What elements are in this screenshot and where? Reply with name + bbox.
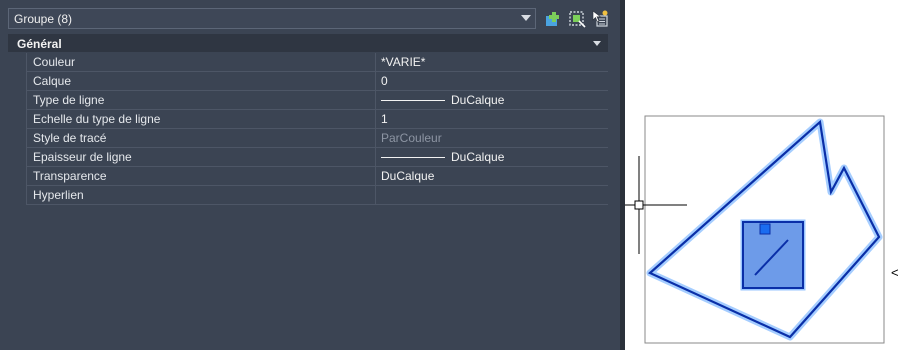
property-value: ParCouleur (381, 131, 442, 145)
select-objects-icon[interactable] (567, 9, 587, 29)
object-type-value: Groupe (8) (14, 12, 73, 26)
quick-select-icon[interactable] (544, 9, 564, 29)
property-value[interactable] (377, 186, 608, 205)
properties-grid: Couleur *VARIE* Calque 0 Type de ligne D… (8, 53, 608, 205)
chevron-down-icon (593, 41, 601, 46)
property-value-text: DuCalque (451, 150, 505, 164)
section-title: Général (17, 37, 62, 51)
lineweight-preview (381, 157, 445, 159)
property-label: Epaisseur de ligne (27, 148, 376, 167)
properties-panel: Groupe (8) Général Couleur *VARIE* Calqu… (0, 0, 620, 350)
toggle-pickadd-icon[interactable] (590, 9, 610, 29)
section-general-header[interactable]: Général (8, 34, 608, 52)
linetype-preview (381, 100, 445, 102)
property-row-type-de-ligne[interactable]: Type de ligne DuCalque (8, 91, 608, 110)
property-label: Hyperlien (27, 186, 376, 205)
chevron-down-icon (521, 15, 531, 21)
property-label: Calque (27, 72, 376, 91)
property-label: Style de tracé (27, 129, 376, 148)
property-value[interactable]: *VARIE* (377, 53, 608, 72)
property-value[interactable]: DuCalque (377, 148, 608, 167)
pickbox-cursor (634, 200, 644, 210)
property-row-transparence[interactable]: Transparence DuCalque (8, 167, 608, 186)
property-row-style-de-trace[interactable]: Style de tracé ParCouleur (8, 129, 608, 148)
property-value[interactable]: DuCalque (377, 91, 608, 110)
drawing-viewport[interactable]: < (625, 0, 898, 350)
property-row-hyperlien[interactable]: Hyperlien (8, 186, 608, 205)
property-row-echelle-type-ligne[interactable]: Echelle du type de ligne 1 (8, 110, 608, 129)
object-type-dropdown[interactable]: Groupe (8) (8, 8, 536, 29)
property-label: Type de ligne (27, 91, 376, 110)
property-value[interactable]: 1 (377, 110, 608, 129)
property-label: Transparence (27, 167, 376, 186)
grip-handle[interactable] (759, 223, 771, 235)
property-label: Couleur (27, 53, 376, 72)
property-value-text: DuCalque (451, 93, 505, 107)
property-row-epaisseur-de-ligne[interactable]: Epaisseur de ligne DuCalque (8, 148, 608, 167)
drawing-canvas[interactable]: < (625, 0, 898, 350)
property-value[interactable]: DuCalque (377, 167, 608, 186)
property-row-calque[interactable]: Calque 0 (8, 72, 608, 91)
property-row-couleur[interactable]: Couleur *VARIE* (8, 53, 608, 72)
cursor-arrow: < (891, 265, 898, 280)
property-label: Echelle du type de ligne (27, 110, 376, 129)
property-value[interactable]: 0 (377, 72, 608, 91)
